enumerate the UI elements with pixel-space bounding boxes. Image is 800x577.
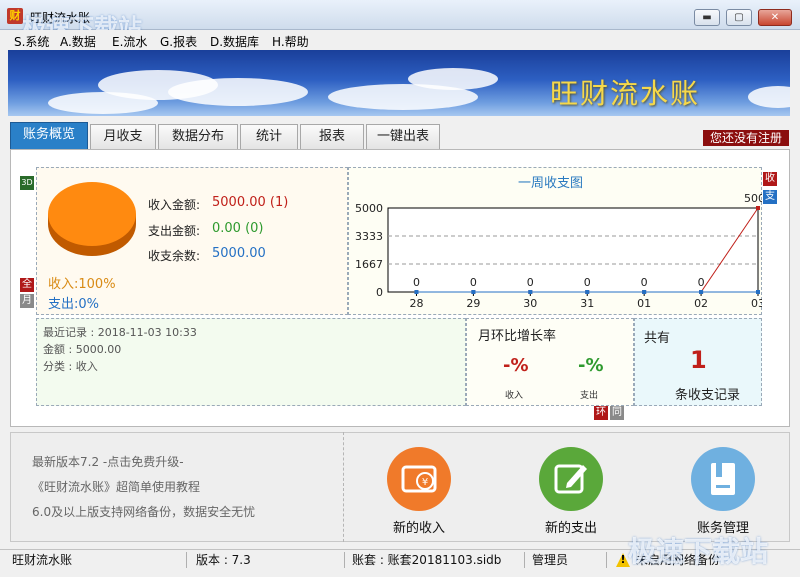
expense-toggle[interactable]: 支 bbox=[763, 190, 777, 204]
x-tick-label: 31 bbox=[580, 297, 594, 310]
menu-flow[interactable]: E.流水 bbox=[112, 33, 147, 50]
cloud-decoration bbox=[748, 86, 790, 108]
data-label: 0 bbox=[470, 276, 477, 289]
banner-title: 旺财流水账 bbox=[550, 77, 701, 110]
week-line-chart: 0 1667 3333 5000 28 29 30 31 01 02 03 0 0 0 0 0 0 5000 bbox=[355, 192, 762, 310]
data-label: 0 bbox=[413, 276, 420, 289]
y-tick-label: 5000 bbox=[355, 202, 383, 215]
income-percent: 收入:100% bbox=[48, 277, 116, 292]
register-badge[interactable]: 您还没有注册 bbox=[703, 130, 789, 146]
watermark-bottom: 极速下载站 bbox=[628, 535, 769, 568]
record-count-label: 共有 bbox=[644, 331, 671, 346]
status-user: 管理员 bbox=[532, 553, 569, 567]
data-point bbox=[585, 290, 590, 294]
y-tick-label: 0 bbox=[376, 286, 383, 299]
tab-overview[interactable]: 账务概览 bbox=[10, 122, 88, 150]
recent-record-category: 分类 : 收入 bbox=[43, 360, 98, 373]
income-icon: ¥ bbox=[387, 447, 451, 511]
record-count-value: 1 bbox=[690, 346, 707, 374]
tab-statistics[interactable]: 统计 bbox=[240, 124, 298, 150]
month-toggle[interactable]: 月 bbox=[20, 294, 34, 308]
expense-label: 支出金额: bbox=[148, 224, 201, 238]
app-icon: 财 bbox=[7, 8, 23, 24]
cloud-decoration bbox=[48, 92, 158, 114]
3d-toggle[interactable]: 3D bbox=[20, 176, 34, 190]
recent-record-time: 最近记录 : 2018-11-03 10:33 bbox=[43, 326, 197, 339]
menu-database[interactable]: D.数据库 bbox=[210, 33, 259, 50]
close-button[interactable]: ✕ bbox=[758, 9, 792, 26]
x-tick-label: 02 bbox=[694, 297, 708, 310]
new-expense-label: 新的支出 bbox=[544, 521, 597, 536]
maximize-button[interactable]: ▢ bbox=[726, 9, 752, 26]
status-divider bbox=[524, 552, 525, 568]
data-label: 0 bbox=[584, 276, 591, 289]
news-upgrade-link[interactable]: 最新版本7.2 -点击免费升级- bbox=[32, 453, 184, 470]
menu-data[interactable]: A.数据 bbox=[60, 33, 96, 50]
data-point bbox=[471, 290, 476, 294]
year-ratio-toggle[interactable]: 同 bbox=[610, 406, 624, 420]
status-divider bbox=[186, 552, 187, 568]
data-label: 0 bbox=[698, 276, 705, 289]
data-point bbox=[528, 290, 533, 294]
tab-distribution[interactable]: 数据分布 bbox=[158, 124, 238, 150]
growth-expense-percent: -% bbox=[578, 355, 604, 376]
status-version: 版本 : 7.3 bbox=[196, 553, 251, 567]
all-toggle[interactable]: 全 bbox=[20, 278, 34, 292]
menu-bar: S.系统 A.数据 E.流水 G.报表 D.数据库 H.帮助 bbox=[0, 30, 800, 50]
x-tick-label: 28 bbox=[409, 297, 423, 310]
news-backup-link[interactable]: 6.0及以上版支持网络备份，数据安全无忧 bbox=[32, 503, 255, 520]
data-point bbox=[699, 290, 704, 294]
data-point bbox=[642, 290, 647, 294]
expense-value: 0.00 (0) bbox=[212, 221, 264, 236]
y-tick-label: 3333 bbox=[355, 230, 383, 243]
menu-system[interactable]: S.系统 bbox=[14, 33, 49, 50]
tab-report[interactable]: 报表 bbox=[300, 124, 364, 150]
data-label: 0 bbox=[641, 276, 648, 289]
news-tutorial-link[interactable]: 《旺财流水账》超简单使用教程 bbox=[32, 478, 200, 495]
x-tick-label: 29 bbox=[466, 297, 480, 310]
income-toggle[interactable]: 收 bbox=[763, 172, 777, 186]
tab-export[interactable]: 一键出表 bbox=[366, 124, 440, 150]
record-count-desc: 条收支记录 bbox=[675, 388, 741, 403]
growth-income-label: 收入 bbox=[505, 391, 524, 401]
growth-title: 月环比增长率 bbox=[478, 329, 557, 344]
data-point bbox=[756, 206, 760, 210]
status-account-book: 账套 : 账套20181103.sidb bbox=[352, 553, 502, 567]
new-income-button[interactable]: ¥ 新的收入 bbox=[384, 447, 454, 539]
menu-help[interactable]: H.帮助 bbox=[272, 33, 309, 50]
x-tick-label: 01 bbox=[637, 297, 651, 310]
account-manage-button[interactable]: 账务管理 bbox=[688, 447, 758, 539]
y-tick-label: 1667 bbox=[355, 258, 383, 271]
recent-record-amount: 金额 : 5000.00 bbox=[43, 343, 122, 356]
data-label: 0 bbox=[527, 276, 534, 289]
cloud-decoration bbox=[168, 78, 308, 106]
new-expense-button[interactable]: 新的支出 bbox=[536, 447, 606, 539]
balance-value: 5000.00 bbox=[212, 246, 266, 261]
data-point bbox=[756, 290, 760, 294]
book-icon bbox=[691, 447, 755, 511]
tab-monthly[interactable]: 月收支 bbox=[90, 124, 156, 150]
balance-label: 收支余数: bbox=[148, 249, 201, 263]
data-point bbox=[414, 290, 419, 294]
banner: 旺财流水账 bbox=[8, 50, 790, 116]
month-ratio-toggle[interactable]: 环 bbox=[594, 406, 608, 420]
minimize-button[interactable]: ▬ bbox=[694, 9, 720, 26]
data-label: 5000 bbox=[744, 192, 762, 205]
status-app-name: 旺财流水账 bbox=[12, 553, 73, 567]
income-value: 5000.00 (1) bbox=[212, 195, 289, 210]
status-divider bbox=[344, 552, 345, 568]
growth-income-percent: -% bbox=[503, 355, 529, 376]
cloud-decoration bbox=[408, 68, 498, 90]
income-label: 收入金额: bbox=[148, 198, 201, 212]
income-pie-chart bbox=[48, 182, 136, 256]
expense-percent: 支出:0% bbox=[48, 297, 100, 312]
status-divider bbox=[606, 552, 607, 568]
growth-expense-label: 支出 bbox=[580, 391, 599, 401]
new-income-label: 新的收入 bbox=[392, 521, 445, 536]
x-tick-label: 30 bbox=[523, 297, 537, 310]
svg-text:¥: ¥ bbox=[422, 477, 428, 488]
x-tick-label: 03 bbox=[751, 297, 762, 310]
edit-icon bbox=[539, 447, 603, 511]
menu-report[interactable]: G.报表 bbox=[160, 33, 197, 50]
